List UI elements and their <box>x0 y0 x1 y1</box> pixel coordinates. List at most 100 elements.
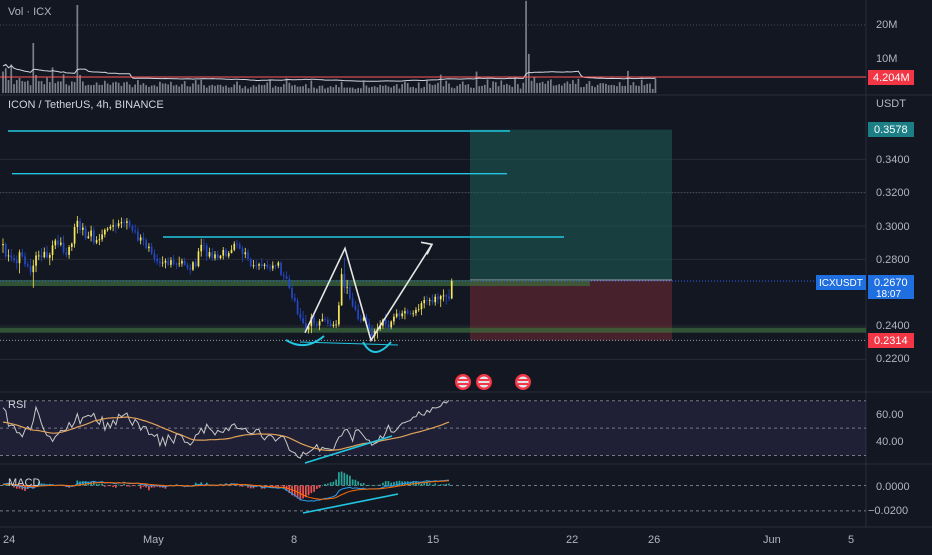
volume-bar <box>115 81 117 93</box>
volume-bar <box>159 81 161 93</box>
volume-bar <box>26 80 29 93</box>
candle-body <box>43 251 46 258</box>
volume-bar <box>134 84 136 93</box>
volume-bar <box>514 78 516 93</box>
candle-body <box>274 265 277 267</box>
volume-bar <box>527 53 530 93</box>
volume-bar <box>238 85 241 93</box>
macd-histogram-bar <box>340 471 343 486</box>
event-icon-face <box>517 376 529 388</box>
volume-bar <box>48 82 51 93</box>
volume-bar <box>197 84 200 93</box>
volume-bar <box>360 88 362 93</box>
candle-body <box>450 281 453 299</box>
candle-body <box>346 286 348 288</box>
macd-histogram-bar <box>368 484 370 486</box>
candle-body <box>434 296 437 303</box>
candle-body <box>24 256 26 265</box>
volume-bar <box>651 88 654 93</box>
volume-bar <box>393 85 395 93</box>
macd-histogram-bar <box>112 485 114 488</box>
currency-label: USDT <box>876 98 906 110</box>
macd-histogram-bar <box>313 485 315 492</box>
volume-bar <box>409 87 412 93</box>
stop-price-label: 0.2314 <box>874 335 908 347</box>
volume-bar <box>627 70 629 93</box>
candle-body <box>192 262 194 270</box>
candle-body <box>137 231 139 241</box>
candle-body <box>32 265 35 273</box>
candle-body <box>120 222 123 224</box>
candle-body <box>332 324 335 327</box>
volume-bar <box>467 84 470 93</box>
candle-body <box>255 265 258 266</box>
macd-histogram-bar <box>315 485 318 489</box>
volume-bar <box>448 83 450 93</box>
volume-bar <box>54 83 57 93</box>
volume-bar <box>588 81 591 93</box>
price-axis-label: 0.2400 <box>876 320 910 332</box>
volume-bar <box>112 82 114 93</box>
candle-body <box>205 245 208 257</box>
volume-bar <box>654 78 657 93</box>
volume-bar <box>390 87 393 93</box>
volume-bar <box>244 86 247 93</box>
volume-bar <box>249 87 252 93</box>
time-axis-label: 26 <box>648 534 660 546</box>
volume-bar <box>271 87 274 93</box>
volume-bar <box>161 83 164 93</box>
volume-bar <box>106 83 109 93</box>
candle-body <box>117 223 120 227</box>
volume-bar <box>280 86 282 93</box>
tradingview-chart[interactable]: Vol · ICX ICON / TetherUS, 4h, BINANCE R… <box>0 0 932 550</box>
candle-body <box>65 252 68 255</box>
volume-bar <box>618 82 621 93</box>
volume-bar <box>247 88 249 93</box>
volume-bar <box>494 82 497 93</box>
candle-body <box>131 225 134 231</box>
volume-bar <box>340 81 343 93</box>
candle-body <box>186 265 189 268</box>
volume-bar <box>401 84 404 93</box>
candle-body <box>431 300 434 303</box>
candle-body <box>90 230 92 237</box>
lower-support-zone <box>0 327 866 333</box>
candle-body <box>420 303 423 310</box>
macd-histogram-bar <box>131 485 134 487</box>
volume-bar <box>139 84 142 93</box>
volume-bar <box>437 82 439 93</box>
candle-body <box>291 287 293 299</box>
volume-bar <box>68 85 70 93</box>
price-axis-label: 0.3400 <box>876 154 910 166</box>
volume-bar <box>395 84 398 93</box>
symbol-title[interactable]: ICON / TetherUS, 4h, BINANCE <box>8 99 164 111</box>
volume-bar <box>624 85 627 93</box>
volume-axis-label: 10M <box>876 53 897 65</box>
macd-histogram-bar <box>434 483 437 486</box>
candle-body <box>269 267 271 269</box>
volume-bar <box>87 84 90 93</box>
volume-bar <box>57 81 59 93</box>
candle-body <box>106 228 109 230</box>
macd-histogram-bar <box>365 485 368 487</box>
candle-body <box>84 227 87 239</box>
volume-bar <box>563 83 566 93</box>
candle-body <box>393 316 395 322</box>
candle-body <box>156 259 159 262</box>
volume-bar <box>426 80 428 93</box>
macd-histogram-bar <box>134 485 136 487</box>
volume-bar <box>274 85 277 93</box>
candle-body <box>238 244 241 249</box>
volume-bar <box>629 85 632 93</box>
volume-bar <box>566 81 569 93</box>
candle-body <box>428 300 431 301</box>
time-axis-label: 22 <box>566 534 578 546</box>
candle-body <box>263 264 266 267</box>
volume-bar <box>503 84 505 93</box>
macd-histogram-bar <box>373 485 376 487</box>
volume-bar <box>505 83 508 93</box>
volume-bar <box>318 85 321 93</box>
macd-histogram-bar <box>310 485 313 494</box>
volume-bar <box>233 84 236 93</box>
volume-bar <box>79 74 81 93</box>
